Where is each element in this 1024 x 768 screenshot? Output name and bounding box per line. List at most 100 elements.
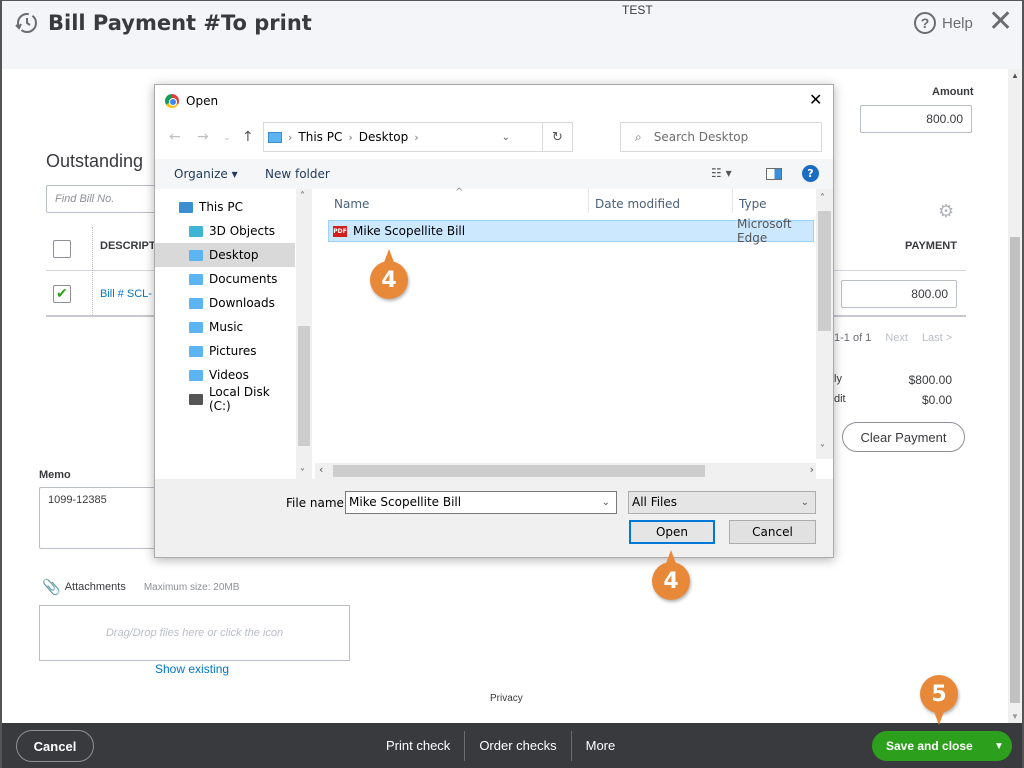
privacy-link[interactable]: Privacy — [490, 693, 523, 704]
amount-input[interactable]: 800.00 — [860, 105, 972, 133]
scrollbar-thumb[interactable] — [298, 326, 310, 446]
gear-icon[interactable]: ⚙ — [938, 201, 954, 222]
scroll-down-icon[interactable]: ˅ — [300, 468, 305, 479]
file-list-header: Name ^ Date modified Type — [315, 187, 815, 215]
print-check-button[interactable]: Print check — [372, 731, 464, 761]
recent-chevron-icon[interactable]: ⌄ — [223, 133, 231, 143]
dialog-cancel-button[interactable]: Cancel — [729, 520, 816, 544]
back-arrow-icon[interactable]: ← — [169, 129, 181, 145]
tree-item-label: Pictures — [209, 344, 257, 358]
callout-badge: 5 — [920, 675, 958, 725]
dialog-footer: File name: Mike Scopellite Bill ⌄ All Fi… — [155, 479, 833, 557]
help-button[interactable]: ? Help — [914, 12, 973, 34]
amount-label: Amount — [932, 86, 974, 98]
folder-icon — [189, 321, 203, 333]
tree-scrollbar[interactable]: ˄ ˅ — [296, 189, 312, 479]
tree-item[interactable]: Music — [155, 315, 295, 339]
file-list-vscrollbar[interactable]: ˄ ˅ — [816, 189, 833, 459]
order-checks-button[interactable]: Order checks — [465, 731, 570, 761]
save-and-close-button[interactable]: Save and close ▼ — [872, 731, 1012, 761]
help-icon[interactable]: ? — [802, 165, 819, 182]
history-icon[interactable] — [14, 11, 38, 35]
max-size-label: Maximum size: 20MB — [143, 581, 240, 593]
page-scrollbar[interactable]: ▲ ▼ — [1008, 69, 1022, 723]
tree-item[interactable]: Documents — [155, 267, 295, 291]
scroll-left-icon[interactable]: ‹ — [319, 463, 323, 476]
scroll-right-icon[interactable]: › — [810, 463, 814, 476]
breadcrumb-separator: › — [414, 130, 419, 144]
tree-item[interactable]: This PC — [155, 195, 295, 219]
row-checkbox[interactable] — [53, 285, 71, 303]
search-icon: ⌕ — [635, 129, 642, 144]
scroll-up-icon[interactable]: ▲ — [1011, 71, 1019, 80]
chevron-down-icon[interactable]: ⌄ — [602, 492, 610, 513]
scroll-down-icon[interactable]: ▼ — [1011, 712, 1019, 721]
folder-icon — [189, 345, 203, 357]
column-date-modified[interactable]: Date modified — [595, 197, 680, 211]
scrollbar-thumb[interactable] — [333, 465, 705, 477]
callout-badge: 4 — [652, 550, 690, 600]
cancel-button[interactable]: Cancel — [16, 730, 94, 762]
folder-icon — [268, 131, 282, 143]
scrollbar-thumb[interactable] — [818, 211, 831, 331]
forward-arrow-icon[interactable]: → — [197, 129, 209, 145]
scroll-up-icon[interactable]: ˄ — [300, 191, 305, 202]
preview-pane-icon[interactable] — [766, 168, 782, 180]
tree-item[interactable]: Desktop — [155, 243, 295, 267]
show-existing-link[interactable]: Show existing — [155, 662, 229, 676]
pager-last[interactable]: Last > — [922, 332, 952, 344]
tree-item[interactable]: Pictures — [155, 339, 295, 363]
pager-next[interactable]: Next — [885, 332, 908, 344]
search-input[interactable]: ⌕ Search Desktop — [620, 122, 822, 152]
folder-icon — [189, 249, 203, 261]
file-list-hscrollbar[interactable]: ‹ › — [315, 463, 816, 479]
clear-payment-button[interactable]: Clear Payment — [842, 422, 965, 452]
tree-item[interactable]: Local Disk (C:) — [155, 385, 295, 413]
bill-payment-window: Bill Payment #To print TEST ? Help ✕ Amo… — [0, 0, 1024, 768]
column-name[interactable]: Name — [334, 197, 369, 211]
new-folder-button[interactable]: New folder — [265, 167, 330, 181]
tree-item[interactable]: Downloads — [155, 291, 295, 315]
close-icon[interactable]: ✕ — [988, 7, 1013, 37]
search-placeholder: Search Desktop — [653, 130, 749, 144]
file-name: Mike Scopellite Bill — [353, 224, 466, 238]
scroll-up-icon[interactable]: ˄ — [820, 193, 825, 204]
breadcrumb-this-pc[interactable]: This PC — [298, 130, 342, 144]
file-list: Name ^ Date modified Type PDF Mike Scope… — [315, 187, 833, 479]
breadcrumb-desktop[interactable]: Desktop — [359, 130, 409, 144]
file-type-select[interactable]: All Files ⌄ — [628, 491, 816, 514]
organize-button[interactable]: Organize ▾ — [174, 167, 238, 181]
file-row[interactable]: PDF Mike Scopellite Bill Microsoft Edge — [328, 217, 814, 245]
tree-item-label: Videos — [209, 368, 249, 382]
address-bar[interactable]: › This PC › Desktop › ⌄ ↻ — [263, 122, 573, 152]
scrollbar-thumb[interactable] — [1010, 237, 1020, 703]
folder-icon — [189, 225, 203, 237]
footer-actions: Print check Order checks More — [372, 723, 629, 768]
more-button[interactable]: More — [572, 731, 630, 761]
summary-value: $800.00 — [908, 373, 952, 387]
breadcrumb-separator: › — [348, 130, 353, 144]
memo-field[interactable]: 1099-12385 — [39, 487, 169, 549]
file-name-label: File name: — [286, 496, 348, 510]
dialog-close-icon[interactable]: ✕ — [809, 90, 822, 109]
tree-item[interactable]: 3D Objects — [155, 219, 295, 243]
paperclip-icon[interactable]: 📎 — [42, 578, 61, 596]
file-name-input[interactable]: Mike Scopellite Bill ⌄ — [345, 491, 617, 514]
view-options-icon[interactable]: ☷ ▾ — [711, 166, 732, 180]
tree-item-label: Music — [209, 320, 244, 334]
tree-item[interactable]: Videos — [155, 363, 295, 387]
attachment-dropzone[interactable]: Drag/Drop files here or click the icon — [39, 605, 350, 661]
find-bill-input[interactable]: Find Bill No. — [46, 185, 166, 213]
column-type[interactable]: Type — [739, 197, 767, 211]
scroll-down-icon[interactable]: ˅ — [820, 444, 825, 455]
open-button[interactable]: Open — [629, 520, 715, 544]
dialog-title: Open — [186, 94, 219, 108]
chevron-down-icon[interactable]: ▼ — [986, 741, 1012, 752]
select-all-checkbox[interactable] — [53, 240, 71, 258]
refresh-icon[interactable]: ↻ — [542, 123, 572, 151]
address-dropdown-icon[interactable]: ⌄ — [502, 132, 510, 143]
bill-link[interactable]: Bill # SCL- — [100, 288, 152, 300]
header: Bill Payment #To print TEST ? Help ✕ — [2, 1, 1022, 69]
payment-input[interactable]: 800.00 — [841, 280, 957, 308]
up-arrow-icon[interactable]: ↑ — [242, 129, 254, 145]
